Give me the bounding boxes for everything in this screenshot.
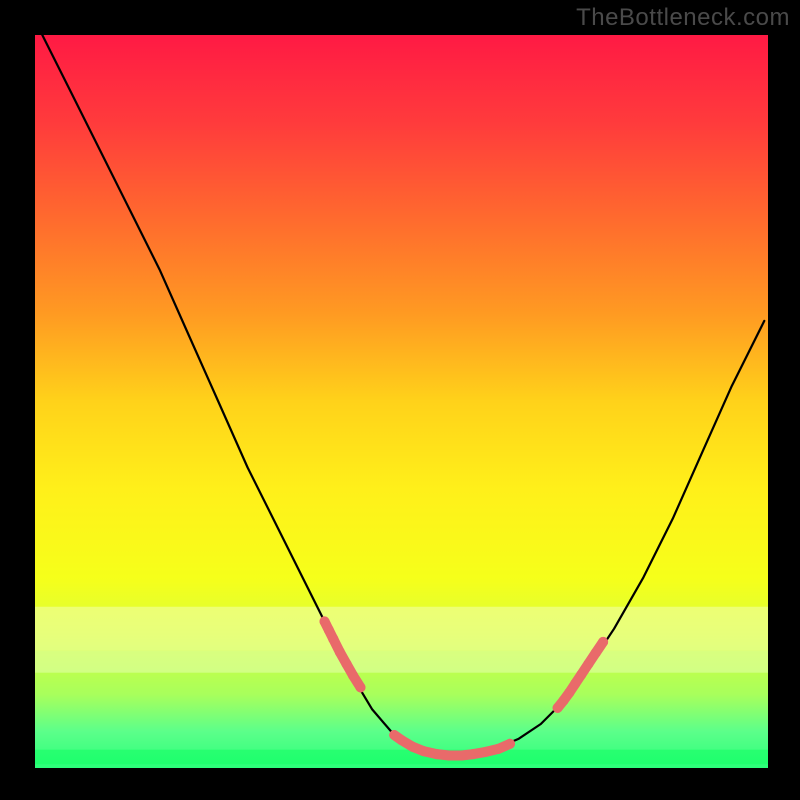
dash-bottom-seg	[498, 744, 510, 749]
highlight-band-1	[35, 651, 768, 673]
dash-left-seg	[353, 676, 360, 688]
chart-frame: TheBottleneck.com	[0, 0, 800, 800]
highlight-band-2	[35, 750, 768, 765]
chart-canvas	[0, 0, 800, 800]
watermark-label: TheBottleneck.com	[576, 4, 790, 32]
dash-right-seg	[596, 642, 603, 653]
highlight-band-0	[35, 607, 768, 651]
